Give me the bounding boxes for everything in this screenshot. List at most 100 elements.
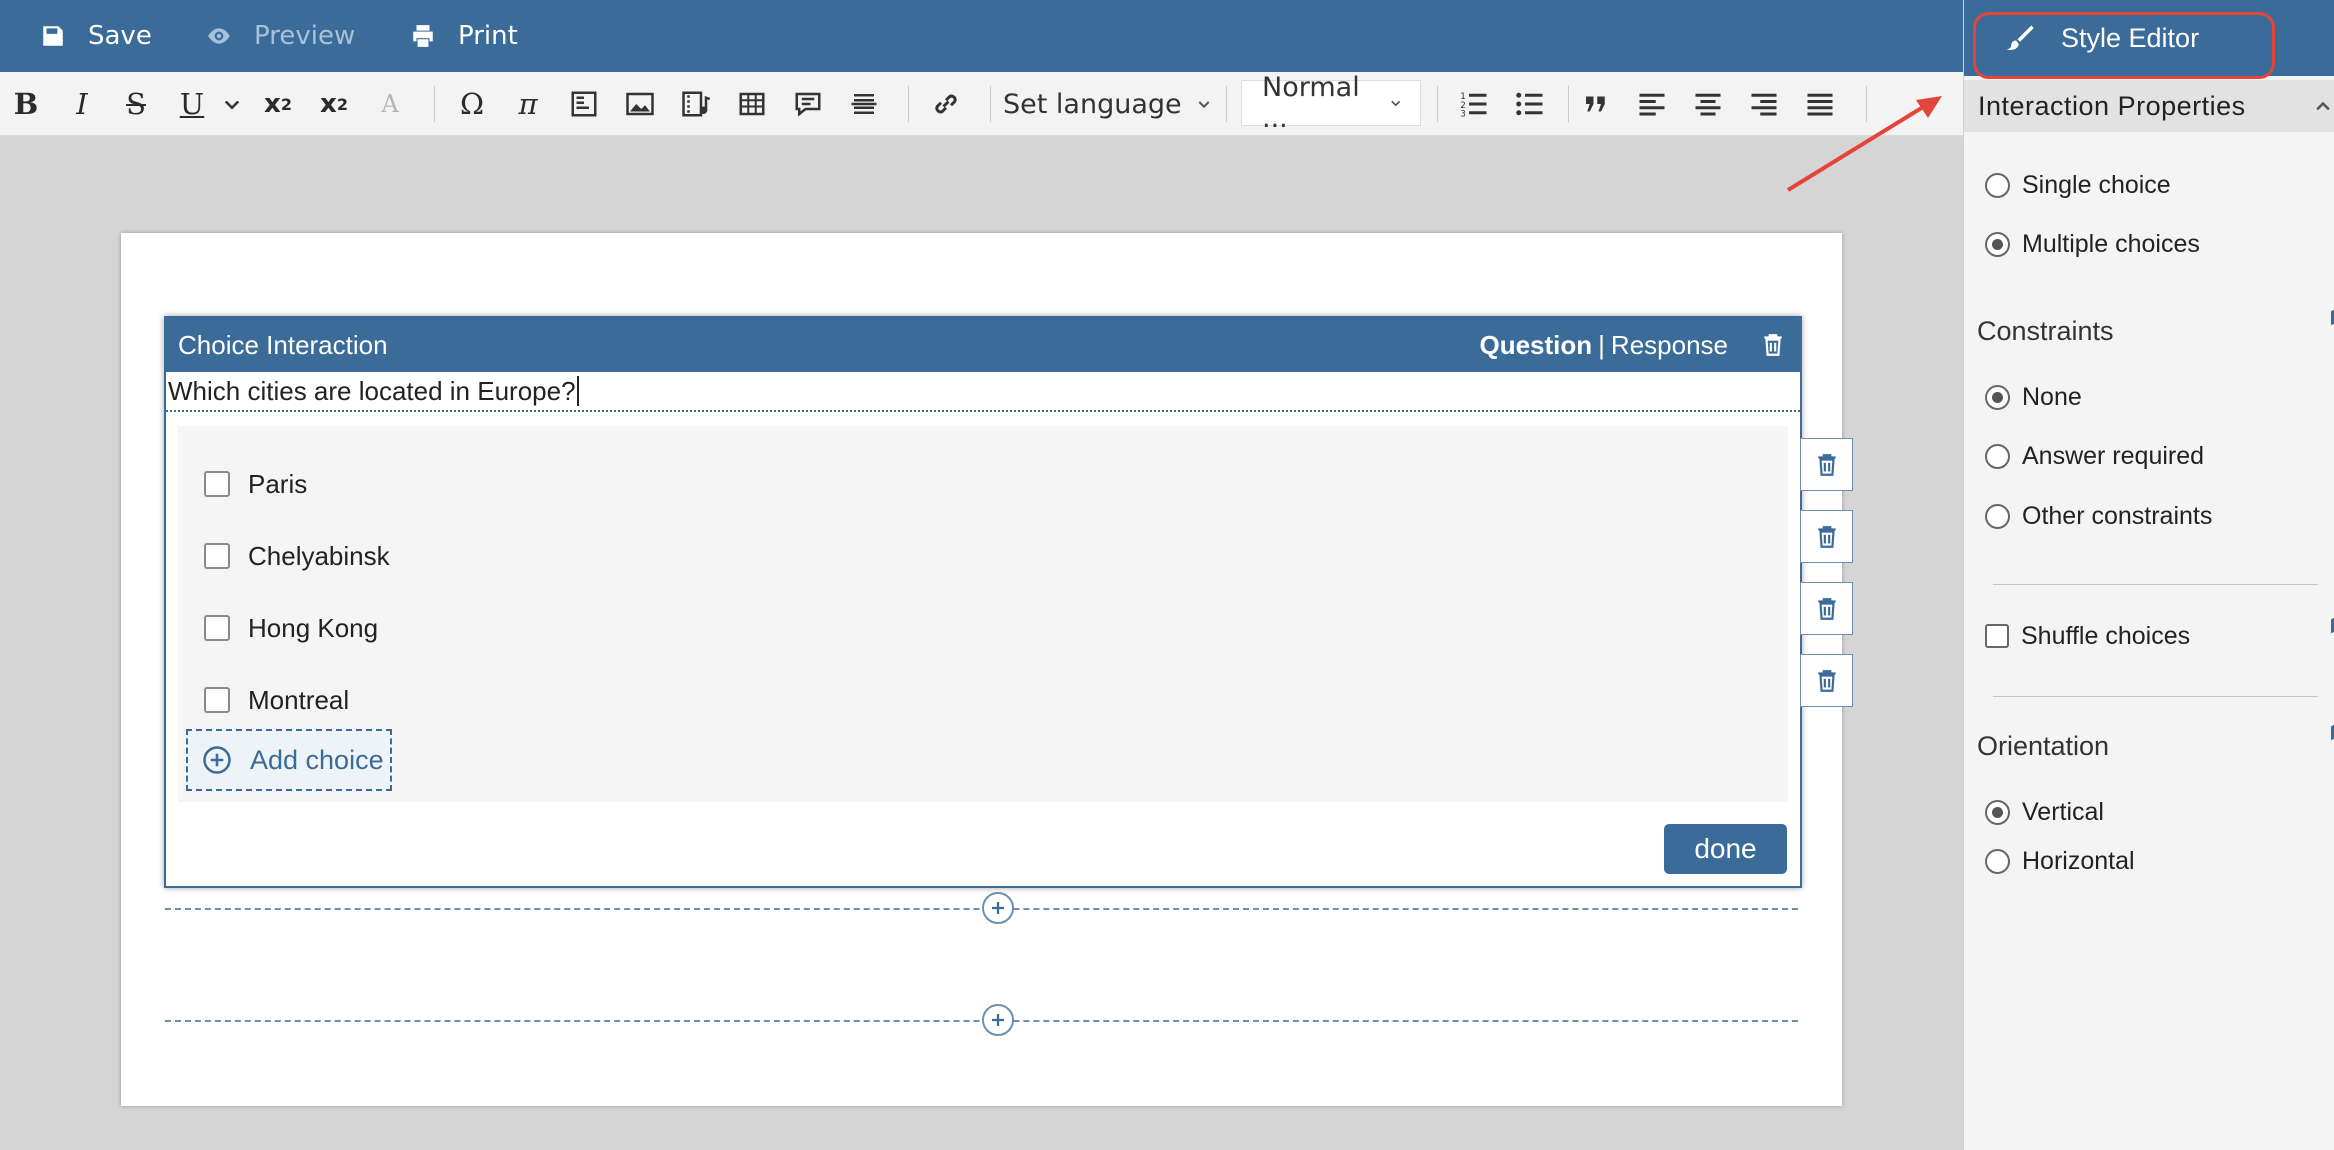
style-editor-button[interactable]: Style Editor (2005, 0, 2199, 76)
choice-label: Paris (248, 468, 308, 499)
radio-single-choice[interactable] (1985, 172, 2010, 198)
tab-separator: | (1598, 329, 1605, 360)
section-marker (2326, 309, 2334, 329)
numbered-list-icon[interactable]: 123 (1456, 86, 1492, 122)
horizontal-label: Horizontal (2022, 846, 2135, 875)
save-label: Save (88, 21, 152, 51)
preview-label: Preview (254, 21, 356, 51)
delete-choice-button[interactable] (1800, 510, 1853, 563)
choice-item[interactable]: Chelyabinsk (204, 536, 390, 576)
shuffle-label: Shuffle choices (2021, 621, 2191, 650)
align-justify-icon[interactable] (1802, 86, 1838, 122)
strikethrough-icon[interactable]: S (118, 86, 154, 122)
radio-horizontal[interactable] (1985, 848, 2010, 874)
section-marker (2326, 724, 2334, 744)
choice-checkbox[interactable] (204, 471, 230, 497)
paragraph-format-select[interactable]: Normal ... (1241, 72, 1421, 134)
choice-item[interactable]: Hong Kong (204, 608, 378, 648)
choice-checkbox[interactable] (204, 687, 230, 713)
radio-multiple-choices[interactable] (1985, 231, 2010, 257)
link-icon[interactable] (928, 86, 964, 122)
preview-button[interactable]: Preview (206, 0, 355, 72)
spellcheck-icon[interactable]: A (372, 86, 408, 122)
choice-item[interactable]: Montreal (204, 680, 349, 720)
bold-icon[interactable]: B (8, 86, 44, 122)
save-button[interactable]: Save (40, 0, 152, 72)
constraint-none-option[interactable]: None (1985, 380, 2082, 414)
section-marker (2326, 617, 2334, 637)
italic-icon[interactable]: I (64, 86, 100, 122)
trash-icon (1817, 669, 1836, 692)
multiple-choices-option[interactable]: Multiple choices (1985, 227, 2200, 261)
style-editor-bar: Style Editor (1964, 0, 2334, 76)
underline-dropdown-icon[interactable] (214, 86, 250, 122)
trash-icon (1817, 453, 1836, 476)
add-choice-label: Add choice (250, 744, 384, 775)
orientation-horizontal-option[interactable]: Horizontal (1985, 844, 2135, 878)
plus-icon (992, 902, 1004, 914)
delete-choice-button[interactable] (1800, 438, 1853, 491)
shuffle-choices-option[interactable]: Shuffle choices (1985, 619, 2190, 653)
align-left-icon[interactable] (1634, 86, 1670, 122)
media-icon[interactable] (566, 86, 602, 122)
constraint-required-option[interactable]: Answer required (1985, 439, 2204, 473)
tab-response[interactable]: Response (1611, 330, 1728, 361)
align-right-icon[interactable] (1746, 86, 1782, 122)
trash-icon (1817, 597, 1836, 620)
done-button[interactable]: done (1664, 824, 1787, 874)
choice-checkbox[interactable] (204, 543, 230, 569)
chevron-up-icon[interactable] (2313, 96, 2333, 116)
align-center-icon[interactable] (1690, 86, 1726, 122)
comment-icon[interactable] (790, 86, 826, 122)
interaction-properties-header[interactable]: Interaction Properties (1964, 80, 2334, 132)
constraint-required-label: Answer required (2022, 441, 2205, 470)
delete-choice-button[interactable] (1800, 582, 1853, 635)
prompt-text: Which cities are located in Europe? (168, 375, 576, 406)
single-choice-option[interactable]: Single choice (1985, 168, 2171, 202)
choice-checkbox[interactable] (204, 615, 230, 641)
interaction-title: Choice Interaction (178, 329, 388, 360)
delete-interaction-icon[interactable] (1760, 332, 1786, 358)
constraint-other-option[interactable]: Other constraints (1985, 499, 2212, 533)
format-select-label: Normal ... (1262, 72, 1360, 134)
interaction-mode-tabs: Question | Response (1479, 318, 1728, 372)
style-editor-label: Style Editor (2061, 22, 2200, 53)
print-button[interactable]: Print (410, 0, 518, 72)
choice-label: Chelyabinsk (248, 540, 390, 571)
horizontal-rule-icon[interactable] (846, 86, 882, 122)
audio-video-icon[interactable] (678, 86, 714, 122)
tab-question[interactable]: Question (1479, 330, 1592, 361)
special-character-icon[interactable]: Ω (454, 86, 490, 122)
insert-block-button[interactable] (982, 1004, 1014, 1036)
image-icon[interactable] (622, 86, 658, 122)
multiple-choices-label: Multiple choices (2022, 229, 2200, 258)
orientation-title: Orientation (1977, 731, 2110, 761)
table-icon[interactable] (734, 86, 770, 122)
language-select[interactable]: Set language (1003, 86, 1212, 122)
orientation-vertical-option[interactable]: Vertical (1985, 795, 2104, 829)
radio-constraint-other[interactable] (1985, 503, 2010, 529)
add-choice-button[interactable]: Add choice (186, 729, 392, 791)
choice-interaction-block[interactable]: Choice Interaction Question | Response W… (164, 316, 1802, 888)
math-pi-icon[interactable]: π (510, 86, 546, 122)
blockquote-icon[interactable] (1578, 86, 1614, 122)
radio-vertical[interactable] (1985, 799, 2010, 825)
choice-list: Paris Chelyabinsk Hong Kong Montreal Add… (178, 426, 1788, 802)
insert-block-button[interactable] (982, 892, 1014, 924)
constraint-other-label: Other constraints (2022, 501, 2213, 530)
constraints-title: Constraints (1977, 316, 2114, 346)
underline-icon[interactable]: U (174, 86, 210, 122)
single-choice-label: Single choice (2022, 170, 2171, 199)
format-toolbar: B I S U x2 x2 A Ω π Set language 123 (0, 72, 1963, 136)
subscript-icon[interactable]: x2 (260, 86, 296, 122)
bullet-list-icon[interactable] (1512, 86, 1548, 122)
radio-constraint-none[interactable] (1985, 384, 2010, 410)
radio-constraint-required[interactable] (1985, 443, 2010, 469)
superscript-icon[interactable]: x2 (316, 86, 352, 122)
prompt-editor[interactable]: Which cities are located in Europe? (166, 372, 1800, 412)
delete-choice-button[interactable] (1800, 654, 1853, 707)
language-select-label: Set language (1003, 88, 1182, 120)
properties-sidebar: Style Editor Interaction Properties Sing… (1963, 0, 2334, 1150)
choice-item[interactable]: Paris (204, 464, 307, 504)
shuffle-checkbox[interactable] (1985, 624, 2009, 648)
